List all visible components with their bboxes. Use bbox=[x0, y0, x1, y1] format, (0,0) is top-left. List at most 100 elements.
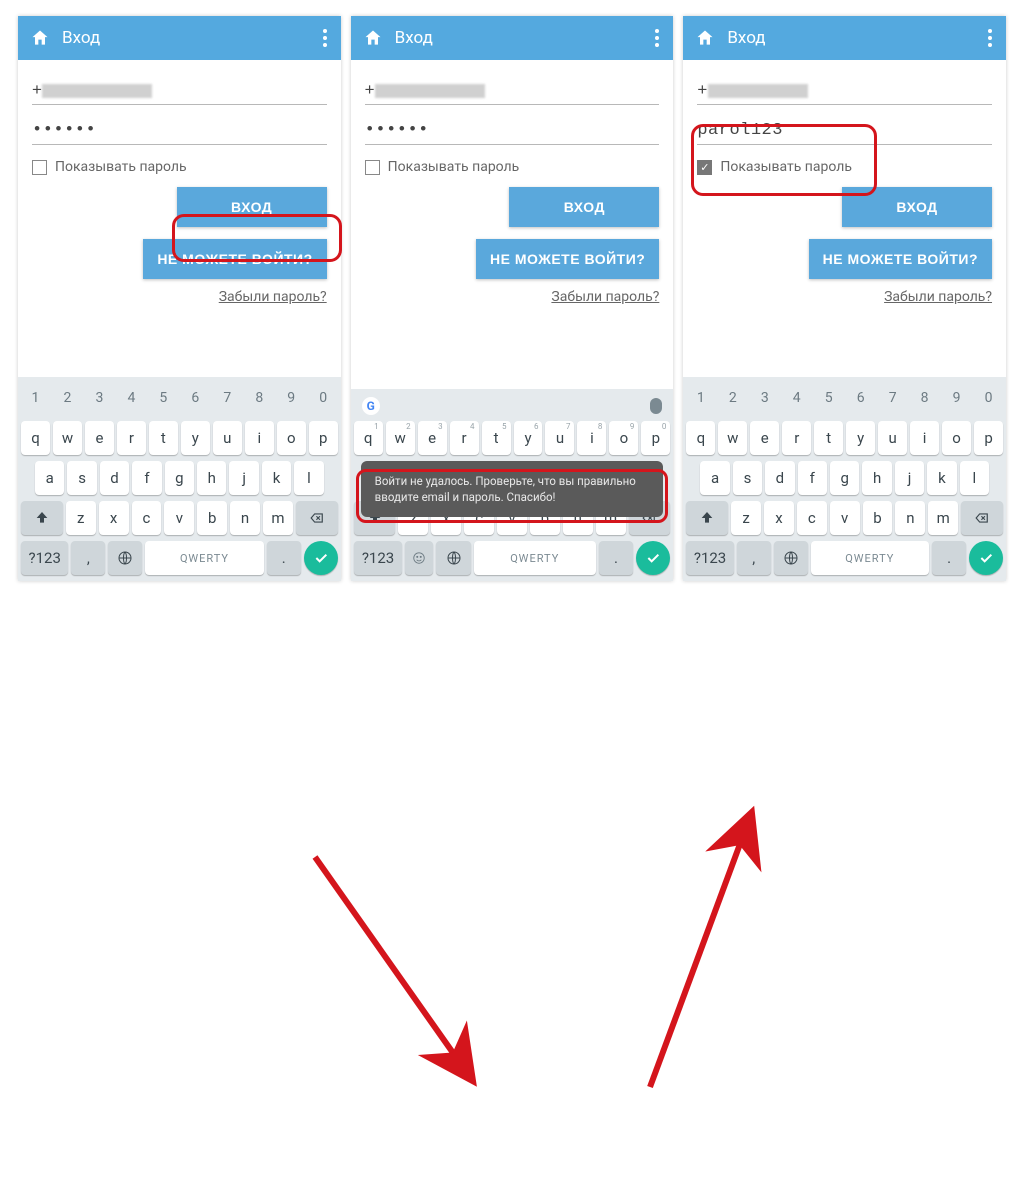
key-f[interactable]: f bbox=[132, 461, 161, 495]
key-i[interactable]: i bbox=[910, 421, 939, 455]
overflow-menu-icon[interactable] bbox=[986, 23, 994, 53]
key-?123[interactable]: ?123 bbox=[21, 541, 68, 575]
key-g[interactable]: g bbox=[165, 461, 194, 495]
key-6[interactable]: 6 bbox=[181, 381, 210, 415]
overflow-menu-icon[interactable] bbox=[321, 23, 329, 53]
key-b[interactable]: b bbox=[863, 501, 893, 535]
key-r[interactable]: r bbox=[450, 421, 479, 455]
key-u[interactable]: u bbox=[545, 421, 574, 455]
key-k[interactable]: k bbox=[262, 461, 291, 495]
key-9[interactable]: 9 bbox=[277, 381, 306, 415]
key-t[interactable]: t bbox=[149, 421, 178, 455]
key-7[interactable]: 7 bbox=[213, 381, 242, 415]
key-,[interactable]: , bbox=[737, 541, 771, 575]
key-e[interactable]: e bbox=[750, 421, 779, 455]
cant-login-button[interactable]: НЕ МОЖЕТЕ ВОЙТИ? bbox=[809, 239, 992, 279]
key-8[interactable]: 8 bbox=[245, 381, 274, 415]
key-0[interactable]: 0 bbox=[309, 381, 338, 415]
key-4[interactable]: 4 bbox=[117, 381, 146, 415]
key-emoji[interactable] bbox=[405, 541, 433, 575]
key-z[interactable]: z bbox=[66, 501, 96, 535]
key-s[interactable]: s bbox=[733, 461, 762, 495]
key-q[interactable]: q bbox=[686, 421, 715, 455]
key-h[interactable]: h bbox=[862, 461, 891, 495]
key-x[interactable]: x bbox=[764, 501, 794, 535]
key-backspace[interactable] bbox=[961, 501, 1003, 535]
forgot-password-link[interactable]: Забыли пароль? bbox=[697, 289, 992, 305]
key-2[interactable]: 2 bbox=[53, 381, 82, 415]
key-c[interactable]: c bbox=[132, 501, 162, 535]
key-y[interactable]: y bbox=[514, 421, 543, 455]
key-3[interactable]: 3 bbox=[750, 381, 779, 415]
key-p[interactable]: p bbox=[309, 421, 338, 455]
phone-field[interactable]: +xxxxxxxxxx bbox=[32, 74, 327, 105]
key-6[interactable]: 6 bbox=[846, 381, 875, 415]
key-backspace[interactable] bbox=[296, 501, 338, 535]
phone-field[interactable]: +xxxxxxxxxx bbox=[365, 74, 660, 105]
key-y[interactable]: y bbox=[846, 421, 875, 455]
key-y[interactable]: y bbox=[181, 421, 210, 455]
key-.[interactable]: . bbox=[932, 541, 966, 575]
key-a[interactable]: a bbox=[700, 461, 729, 495]
key-z[interactable]: z bbox=[731, 501, 761, 535]
mic-icon[interactable] bbox=[650, 398, 662, 414]
home-icon[interactable] bbox=[30, 28, 50, 48]
forgot-password-link[interactable]: Забыли пароль? bbox=[365, 289, 660, 305]
key-w[interactable]: w bbox=[53, 421, 82, 455]
key-p[interactable]: p bbox=[974, 421, 1003, 455]
key-d[interactable]: d bbox=[100, 461, 129, 495]
key-m[interactable]: m bbox=[928, 501, 958, 535]
key-1[interactable]: 1 bbox=[686, 381, 715, 415]
home-icon[interactable] bbox=[363, 28, 383, 48]
key-enter[interactable] bbox=[636, 541, 670, 575]
key-enter[interactable] bbox=[304, 541, 338, 575]
key-h[interactable]: h bbox=[197, 461, 226, 495]
key-v[interactable]: v bbox=[164, 501, 194, 535]
key-o[interactable]: o bbox=[609, 421, 638, 455]
key-o[interactable]: o bbox=[942, 421, 971, 455]
key-3[interactable]: 3 bbox=[85, 381, 114, 415]
key-QWERTY[interactable]: QWERTY bbox=[811, 541, 930, 575]
key-j[interactable]: j bbox=[895, 461, 924, 495]
key-x[interactable]: x bbox=[99, 501, 129, 535]
key-q[interactable]: q bbox=[21, 421, 50, 455]
key-c[interactable]: c bbox=[797, 501, 827, 535]
key-w[interactable]: w bbox=[718, 421, 747, 455]
show-password-checkbox[interactable]: Показывать пароль bbox=[32, 159, 327, 175]
key-globe[interactable] bbox=[108, 541, 142, 575]
key-.[interactable]: . bbox=[267, 541, 301, 575]
key-u[interactable]: u bbox=[878, 421, 907, 455]
home-icon[interactable] bbox=[695, 28, 715, 48]
key-e[interactable]: e bbox=[85, 421, 114, 455]
key-u[interactable]: u bbox=[213, 421, 242, 455]
key-n[interactable]: n bbox=[895, 501, 925, 535]
key-QWERTY[interactable]: QWERTY bbox=[145, 541, 264, 575]
key-g[interactable]: g bbox=[830, 461, 859, 495]
key-d[interactable]: d bbox=[765, 461, 794, 495]
password-field[interactable]: •••••• bbox=[32, 115, 327, 145]
key-9[interactable]: 9 bbox=[942, 381, 971, 415]
key-w[interactable]: w bbox=[386, 421, 415, 455]
phone-field[interactable]: +xxxxxxxxxx bbox=[697, 74, 992, 105]
key-1[interactable]: 1 bbox=[21, 381, 50, 415]
key-5[interactable]: 5 bbox=[814, 381, 843, 415]
key-enter[interactable] bbox=[969, 541, 1003, 575]
cant-login-button[interactable]: НЕ МОЖЕТЕ ВОЙТИ? bbox=[143, 239, 326, 279]
key-QWERTY[interactable]: QWERTY bbox=[474, 541, 596, 575]
key-l[interactable]: l bbox=[294, 461, 323, 495]
key-?123[interactable]: ?123 bbox=[354, 541, 403, 575]
key-2[interactable]: 2 bbox=[718, 381, 747, 415]
key-0[interactable]: 0 bbox=[974, 381, 1003, 415]
key-q[interactable]: q bbox=[354, 421, 383, 455]
show-password-checkbox[interactable]: ✓ Показывать пароль bbox=[697, 159, 992, 175]
key-5[interactable]: 5 bbox=[149, 381, 178, 415]
key-e[interactable]: e bbox=[418, 421, 447, 455]
forgot-password-link[interactable]: Забыли пароль? bbox=[32, 289, 327, 305]
key-7[interactable]: 7 bbox=[878, 381, 907, 415]
key-m[interactable]: m bbox=[263, 501, 293, 535]
google-icon[interactable]: G bbox=[362, 397, 380, 415]
key-,[interactable]: , bbox=[71, 541, 105, 575]
key-globe[interactable] bbox=[436, 541, 471, 575]
login-button[interactable]: ВХОД bbox=[842, 187, 992, 227]
key-k[interactable]: k bbox=[927, 461, 956, 495]
